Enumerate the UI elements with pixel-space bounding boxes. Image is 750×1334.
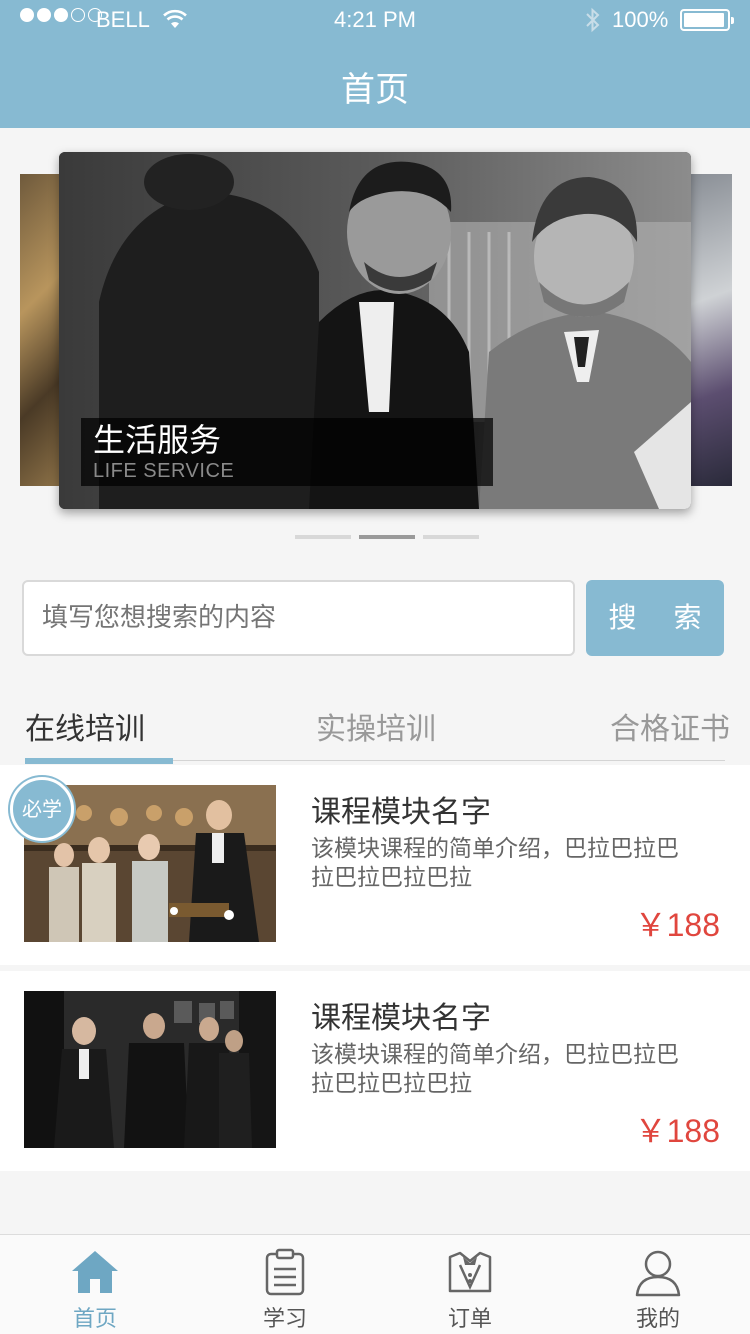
required-badge: 必学	[10, 777, 74, 841]
carousel-indicators	[295, 535, 487, 539]
tabbar-label: 学习	[262, 1307, 307, 1332]
course-description: 该模块课程的简单介绍，巴拉巴拉巴拉巴拉巴拉巴拉	[311, 1042, 679, 1097]
tabbar-item-study[interactable]: 学习	[225, 1235, 345, 1334]
tabbar-label: 首页	[72, 1307, 117, 1332]
banner-slide[interactable]: 生活服务 LIFE SERVICE	[59, 152, 691, 509]
carousel-indicator-active[interactable]	[359, 535, 415, 539]
page-title: 首页	[341, 70, 409, 110]
previous-slide[interactable]	[20, 174, 60, 486]
bluetooth-icon	[586, 7, 600, 33]
course-image	[24, 991, 276, 1148]
carousel-indicator[interactable]	[423, 535, 479, 539]
course-price: ￥188	[634, 1113, 720, 1149]
active-tab-indicator	[25, 758, 173, 764]
search-button[interactable]: 搜 索	[586, 580, 724, 656]
battery-icon	[680, 9, 734, 31]
course-price: ￥188	[634, 907, 720, 943]
tab-certificates[interactable]: 合格证书	[610, 704, 730, 748]
tabbar-item-home[interactable]: 首页	[35, 1235, 155, 1334]
user-icon	[635, 1250, 681, 1297]
banner-title: 生活服务	[93, 421, 222, 459]
search-input[interactable]	[22, 580, 575, 656]
bottom-tab-bar: 首页 学习 订单 我的	[0, 1234, 750, 1334]
tab-online-training[interactable]: 在线培训	[25, 704, 145, 748]
tabbar-label: 我的	[635, 1307, 680, 1332]
banner-carousel[interactable]: 生活服务 LIFE SERVICE	[0, 128, 750, 558]
next-slide[interactable]	[690, 174, 732, 486]
tabbar-label: 订单	[447, 1307, 492, 1332]
status-bar: BELL 4:21 PM 100%	[0, 0, 750, 40]
clipboard-icon	[265, 1248, 305, 1296]
course-card[interactable]: 课程模块名字 该模块课程的简单介绍，巴拉巴拉巴拉巴拉巴拉巴拉 ￥188	[0, 971, 750, 1171]
carousel-indicator[interactable]	[295, 535, 351, 539]
banner-caption: 生活服务 LIFE SERVICE	[81, 418, 493, 486]
order-icon	[448, 1251, 492, 1293]
course-title: 课程模块名字	[311, 1001, 491, 1036]
battery-percentage: 100%	[612, 7, 669, 32]
course-thumbnail	[24, 991, 276, 1148]
tabbar-item-profile[interactable]: 我的	[598, 1235, 718, 1334]
course-title: 课程模块名字	[311, 795, 491, 830]
banner-subtitle: LIFE SERVICE	[93, 460, 235, 482]
navigation-bar: BELL 4:21 PM 100% 首页	[0, 0, 750, 128]
tab-practical-training[interactable]: 实操培训	[316, 704, 436, 748]
course-description: 该模块课程的简单介绍，巴拉巴拉巴拉巴拉巴拉巴拉	[311, 836, 679, 891]
course-card[interactable]: 必学 课程模块名字 该模块课程的简单介绍，巴拉巴拉巴拉巴拉巴拉巴拉 ￥188	[0, 765, 750, 965]
tabbar-item-orders[interactable]: 订单	[410, 1235, 530, 1334]
home-icon	[72, 1251, 118, 1293]
